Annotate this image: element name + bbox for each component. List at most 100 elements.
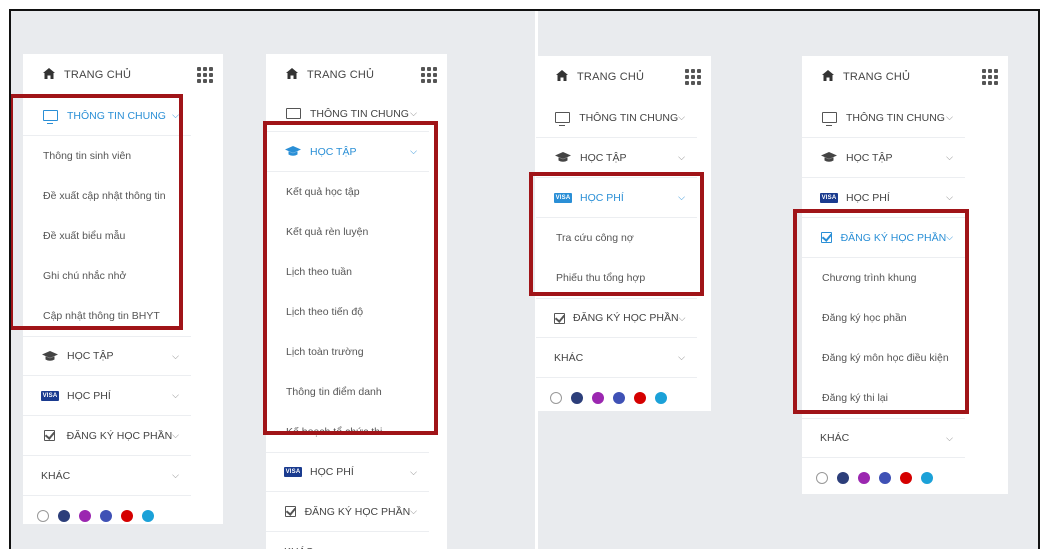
submenu-item[interactable]: Đăng ký học phần	[802, 298, 965, 338]
graduation-cap-icon	[284, 146, 302, 157]
home-label: TRANG CHỦ	[577, 71, 645, 83]
submenu-item[interactable]: Kết quả rèn luyện	[266, 212, 429, 252]
chevron-down-icon: ⌵	[946, 152, 953, 162]
submenu-item[interactable]: Chương trình khung	[802, 258, 965, 298]
submenu-item[interactable]: Lịch toàn trường	[266, 332, 429, 372]
color-swatch-navy[interactable]	[837, 472, 849, 484]
apps-grid-icon[interactable]	[982, 69, 998, 85]
chevron-down-icon: ⌵	[172, 470, 179, 480]
color-swatch-white[interactable]	[550, 392, 562, 404]
visa-card-icon: VISA	[819, 192, 839, 203]
menu-fees[interactable]: VISA HỌC PHÍ ⌵	[266, 452, 429, 492]
chevron-down-icon: ⌵	[172, 350, 179, 361]
menu-general-info[interactable]: THÔNG TIN CHUNG ⌵	[802, 98, 965, 138]
chevron-down-icon: ⌵	[410, 466, 417, 477]
checkbox-icon	[554, 312, 565, 324]
menu-other[interactable]: KHÁC ⌵	[802, 418, 965, 458]
chevron-down-icon: ⌵	[410, 108, 417, 118]
menu-general-info[interactable]: THÔNG TIN CHUNG ⌵	[23, 96, 191, 136]
menu-fees[interactable]: VISA HỌC PHÍ ⌵	[23, 376, 191, 416]
menu-fees[interactable]: VISA HỌC PHÍ ⌵	[802, 178, 965, 218]
apps-grid-icon[interactable]	[685, 69, 701, 85]
color-swatch-indigo[interactable]	[879, 472, 891, 484]
menu-course-registration[interactable]: ĐĂNG KÝ HỌC PHẦN ⌵	[802, 218, 965, 258]
menu-fees-label: HỌC PHÍ	[310, 466, 354, 478]
apps-grid-icon[interactable]	[197, 67, 213, 83]
color-swatch-red[interactable]	[121, 510, 133, 522]
color-swatch-purple[interactable]	[592, 392, 604, 404]
submenu-item[interactable]: Đăng ký môn học điều kiện	[802, 338, 965, 378]
graduation-cap-icon	[820, 152, 838, 163]
menu-other[interactable]: KHÁC ⌵	[266, 532, 429, 549]
chevron-down-icon: ⌵	[678, 352, 685, 362]
color-swatch-cyan[interactable]	[142, 510, 154, 522]
submenu-item[interactable]: Phiếu thu tổng hợp	[536, 258, 697, 298]
color-swatch-white[interactable]	[816, 472, 828, 484]
menu-fees-label: HỌC PHÍ	[846, 191, 890, 204]
chevron-down-icon: ⌵	[410, 506, 417, 516]
theme-color-picker	[536, 378, 697, 411]
home-header[interactable]: TRANG CHỦ	[536, 56, 711, 98]
color-swatch-purple[interactable]	[79, 510, 91, 522]
menu-fees[interactable]: VISA HỌC PHÍ ⌵	[536, 178, 697, 218]
menu-course-registration[interactable]: ĐĂNG KÝ HỌC PHẦN ⌵	[266, 492, 429, 532]
color-swatch-red[interactable]	[900, 472, 912, 484]
menu-course-registration[interactable]: ĐĂNG KÝ HỌC PHẦN ⌵	[23, 416, 191, 456]
color-swatch-indigo[interactable]	[613, 392, 625, 404]
chevron-down-icon: ⌵	[946, 112, 953, 122]
color-swatch-indigo[interactable]	[100, 510, 112, 522]
menu-study-label: HỌC TẬP	[580, 151, 627, 164]
menu-fees-label: HỌC PHÍ	[580, 191, 624, 204]
menu-course-registration[interactable]: ĐĂNG KÝ HỌC PHẦN ⌵	[536, 298, 697, 338]
theme-color-picker	[23, 496, 191, 524]
color-swatch-navy[interactable]	[571, 392, 583, 404]
submenu-item[interactable]: Ghi chú nhắc nhở	[23, 256, 191, 296]
menu-study[interactable]: HỌC TẬP ⌵	[266, 132, 429, 172]
home-header[interactable]: TRANG CHỦ	[23, 54, 223, 96]
menu-other[interactable]: KHÁC ⌵	[23, 456, 191, 496]
submenu-item[interactable]: Kết quả học tập	[266, 172, 429, 212]
color-swatch-navy[interactable]	[58, 510, 70, 522]
visa-card-icon: VISA	[40, 390, 60, 401]
sidebar-nav: THÔNG TIN CHUNG ⌵ HỌC TẬP ⌵ Kết quả học …	[266, 96, 429, 549]
submenu-item[interactable]: Lịch theo tiến độ	[266, 292, 429, 332]
submenu-item[interactable]: Thông tin sinh viên	[23, 136, 191, 176]
sidebar-nav: THÔNG TIN CHUNG ⌵ HỌC TẬP ⌵ VISA HỌC PHÍ…	[536, 98, 697, 411]
menu-other-label: KHÁC	[41, 469, 71, 482]
monitor-icon	[554, 112, 571, 126]
sidebar-nav: THÔNG TIN CHUNG ⌵ HỌC TẬP ⌵ VISA HỌC PHÍ…	[802, 98, 965, 494]
submenu-item[interactable]: Cập nhật thông tin BHYT	[23, 296, 191, 336]
menu-other[interactable]: KHÁC ⌵	[536, 338, 697, 378]
chevron-down-icon: ⌵	[678, 112, 685, 122]
color-swatch-white[interactable]	[37, 510, 49, 522]
home-header[interactable]: TRANG CHỦ	[266, 54, 447, 96]
menu-general-info[interactable]: THÔNG TIN CHUNG ⌵	[536, 98, 697, 138]
home-header[interactable]: TRANG CHỦ	[802, 56, 1008, 98]
submenu-item[interactable]: Đề xuất cập nhật thông tin	[23, 176, 191, 216]
home-icon	[286, 68, 298, 82]
menu-study[interactable]: HỌC TẬP ⌵	[802, 138, 965, 178]
theme-color-picker	[802, 458, 965, 494]
menu-course-registration-label: ĐĂNG KÝ HỌC PHẦN	[573, 312, 679, 324]
color-swatch-purple[interactable]	[858, 472, 870, 484]
sidebar-panel-general-info: TRANG CHỦ THÔNG TIN CHUNG ⌵ Thông tin si…	[23, 54, 223, 524]
menu-general-info-label: THÔNG TIN CHUNG	[846, 111, 945, 124]
color-swatch-cyan[interactable]	[655, 392, 667, 404]
menu-general-info-label: THÔNG TIN CHUNG	[310, 107, 409, 120]
color-swatch-red[interactable]	[634, 392, 646, 404]
menu-study[interactable]: HỌC TẬP ⌵	[23, 336, 191, 376]
menu-study[interactable]: HỌC TẬP ⌵	[536, 138, 697, 178]
chevron-down-icon: ⌵	[172, 430, 179, 440]
apps-grid-icon[interactable]	[421, 67, 437, 83]
submenu-item[interactable]: Kế hoạch tổ chức thi	[266, 412, 429, 452]
submenu-item[interactable]: Tra cứu công nợ	[536, 218, 697, 258]
screenshot-frame: TRANG CHỦ THÔNG TIN CHUNG ⌵ Thông tin si…	[9, 9, 1040, 549]
menu-general-info[interactable]: THÔNG TIN CHUNG ⌵	[266, 96, 429, 132]
sidebar-nav: THÔNG TIN CHUNG ⌵ Thông tin sinh viên Đề…	[23, 96, 191, 524]
submenu-item[interactable]: Thông tin điểm danh	[266, 372, 429, 412]
submenu-item[interactable]: Đề xuất biểu mẫu	[23, 216, 191, 256]
chevron-down-icon: ⌵	[172, 110, 179, 120]
submenu-item[interactable]: Lịch theo tuần	[266, 252, 429, 292]
color-swatch-cyan[interactable]	[921, 472, 933, 484]
submenu-item[interactable]: Đăng ký thi lại	[802, 378, 965, 418]
